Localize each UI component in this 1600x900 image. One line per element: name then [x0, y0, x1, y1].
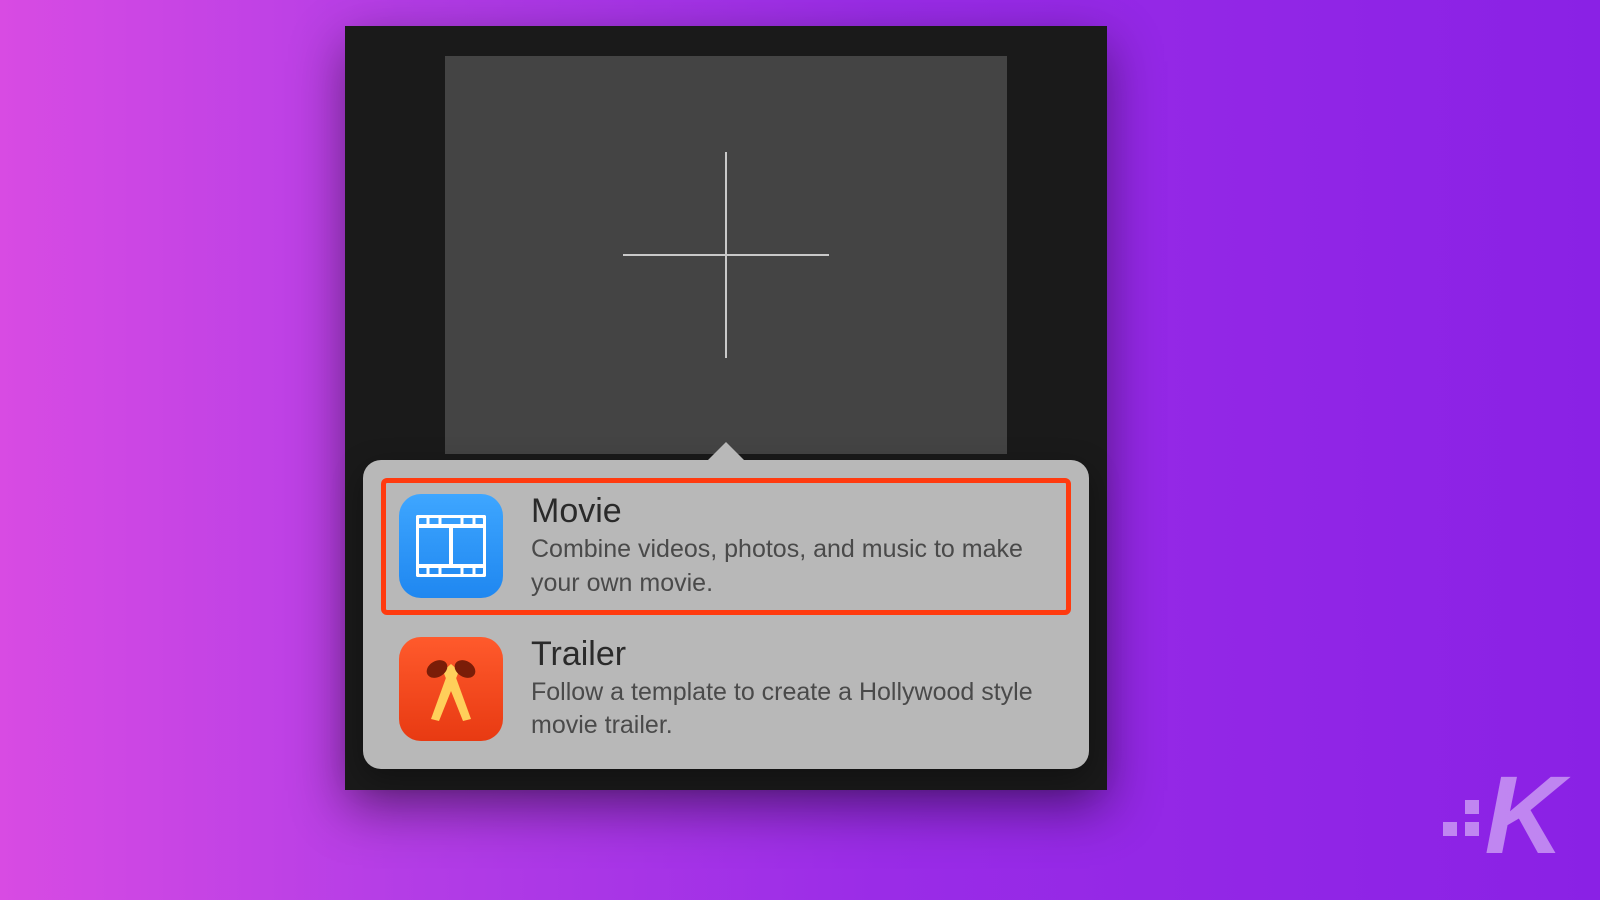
option-title: Trailer [531, 635, 1053, 674]
option-title: Movie [531, 492, 1053, 531]
watermark-letter: K [1485, 772, 1560, 860]
create-new-popover: Movie Combine videos, photos, and music … [363, 460, 1089, 769]
option-trailer[interactable]: Trailer Follow a template to create a Ho… [381, 621, 1071, 758]
option-description: Combine videos, photos, and music to mak… [531, 533, 1053, 601]
plus-icon [623, 254, 829, 256]
option-description: Follow a template to create a Hollywood … [531, 676, 1053, 744]
create-new-tile[interactable] [445, 56, 1007, 454]
option-text: Movie Combine videos, photos, and music … [531, 492, 1053, 601]
option-movie[interactable]: Movie Combine videos, photos, and music … [381, 478, 1071, 615]
watermark-logo: K [1443, 772, 1560, 860]
spotlights-icon [399, 637, 503, 741]
film-icon [399, 494, 503, 598]
watermark-dots-icon [1443, 800, 1479, 836]
app-window: Movie Combine videos, photos, and music … [345, 26, 1107, 790]
option-text: Trailer Follow a template to create a Ho… [531, 635, 1053, 744]
